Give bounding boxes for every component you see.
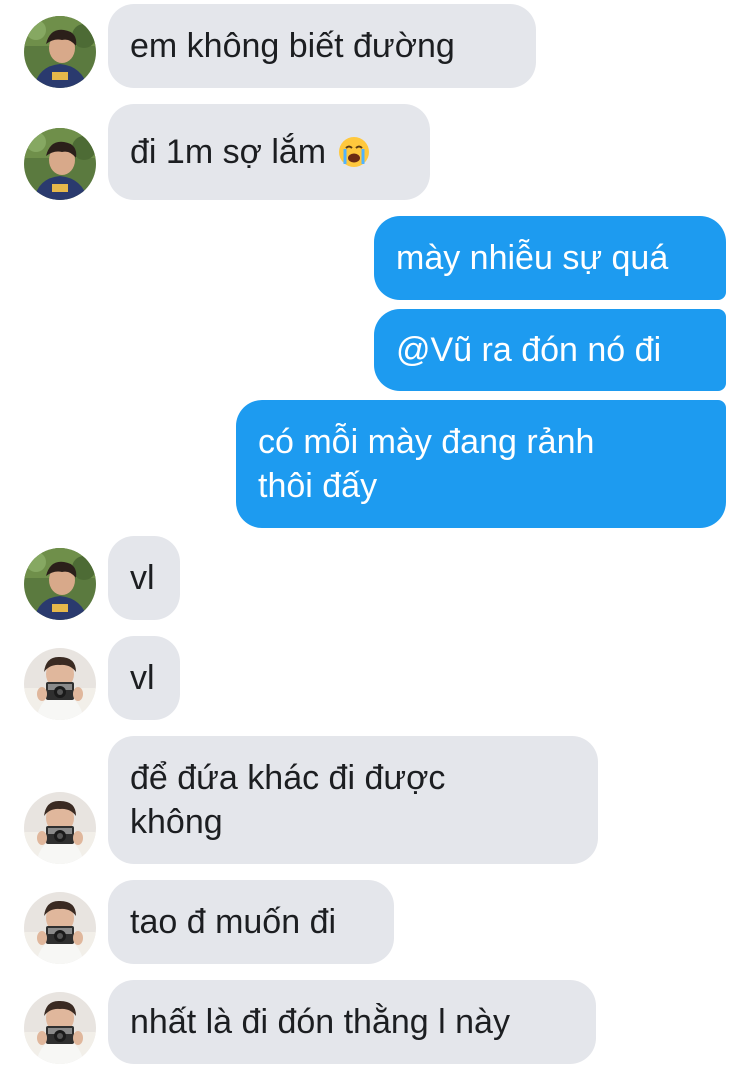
message-bubble-incoming[interactable]: tao đ muốn đi bbox=[108, 880, 394, 964]
message-text: @Vũ ra đón nó đi bbox=[396, 331, 662, 369]
message-text: mày nhiễu sự quá bbox=[396, 239, 669, 277]
message-text: để đứa khác đi được không bbox=[130, 759, 446, 841]
message-bubble-outgoing[interactable]: @Vũ ra đón nó đi bbox=[374, 309, 726, 391]
message-bubble-outgoing[interactable]: có mỗi mày đang rảnh thôi đấy bbox=[236, 400, 726, 528]
message-text: vl bbox=[130, 559, 155, 597]
friend-b-avatar[interactable] bbox=[24, 792, 96, 864]
friend-a-avatar[interactable] bbox=[24, 128, 96, 200]
message-bubble-incoming[interactable]: em không biết đường bbox=[108, 4, 536, 88]
message-text: em không biết đường bbox=[130, 27, 455, 65]
message-bubble-outgoing[interactable]: mày nhiễu sự quá bbox=[374, 216, 726, 300]
message-bubble-incoming[interactable]: nhất là đi đón thằng l này bbox=[108, 980, 596, 1064]
message-bubble-incoming[interactable]: vl bbox=[108, 536, 180, 620]
friend-b-avatar[interactable] bbox=[24, 992, 96, 1064]
message-text: có mỗi mày đang rảnh thôi đấy bbox=[258, 423, 595, 505]
friend-b-avatar[interactable] bbox=[24, 892, 96, 964]
message-text: nhất là đi đón thằng l này bbox=[130, 1003, 510, 1041]
message-text: đi 1m sợ lắm bbox=[130, 133, 327, 171]
message-bubble-incoming[interactable]: vl bbox=[108, 636, 180, 720]
message-text: vl bbox=[130, 659, 155, 697]
friend-a-avatar[interactable] bbox=[24, 548, 96, 620]
friend-a-avatar[interactable] bbox=[24, 16, 96, 88]
message-bubble-incoming[interactable]: để đứa khác đi được không bbox=[108, 736, 598, 864]
friend-b-avatar[interactable] bbox=[24, 648, 96, 720]
loudly-crying-face-icon bbox=[339, 137, 370, 167]
message-text: tao đ muốn đi bbox=[130, 903, 337, 941]
message-bubble-incoming[interactable]: đi 1m sợ lắm bbox=[108, 104, 430, 200]
